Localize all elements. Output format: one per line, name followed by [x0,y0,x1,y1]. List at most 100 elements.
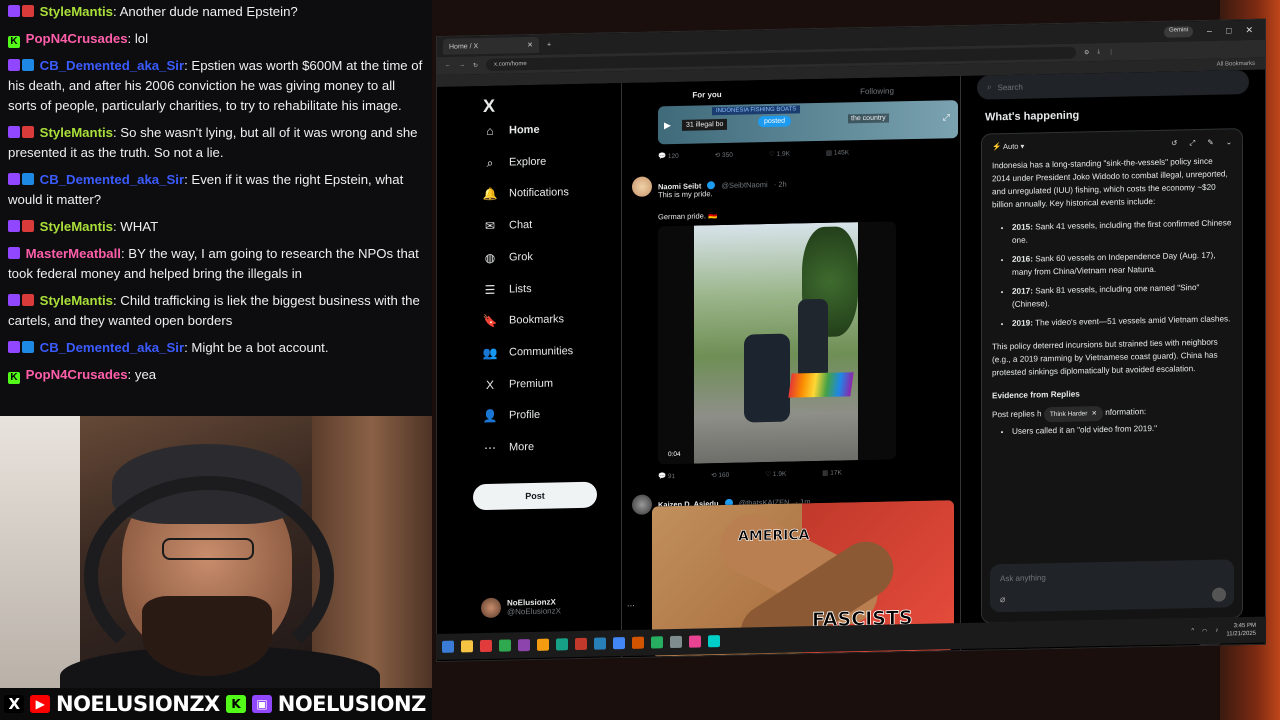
close-icon[interactable]: ✕ [1091,407,1096,420]
cam-door [0,416,80,688]
attach-icon[interactable]: ⌀ [1000,593,1005,606]
think-harder-button[interactable]: Think Harder ✕ [1043,406,1103,423]
nav-item-lists[interactable]: ☰ Lists [483,282,532,297]
search-input[interactable]: ⌕ Search [977,69,1249,100]
twitch-badge-icon [8,294,20,306]
app-icon[interactable] [651,636,663,649]
tweet2-time: · 2h [773,179,787,189]
close-window-button[interactable]: ✕ [1245,24,1253,35]
wifi-icon[interactable]: ◠ [1202,627,1207,634]
tweet1-actions: 💬 120 ⟲ 350 ♡ 1.9K ▥ 145K [658,148,849,160]
nav-item-premium[interactable]: X Premium [483,377,553,392]
like-count[interactable]: ♡ 1.9K [769,150,790,158]
repost-count[interactable]: ⟲ 160 [711,471,729,479]
app-icon[interactable] [594,637,606,650]
clock[interactable]: 3:45 PM 11/21/2025 [1226,622,1256,639]
close-tab-icon[interactable]: ✕ [527,41,533,49]
nav-item-grok[interactable]: ◍ Grok [483,250,533,265]
search-icon: ⌕ [486,155,494,170]
forward-icon[interactable]: → [459,62,465,68]
grok-mode-select[interactable]: ⚡ Auto ▾ [992,140,1024,154]
chat-message: MasterMeatball: BY the way, I am going t… [8,246,419,281]
volume-icon[interactable]: ♪ [1215,628,1218,634]
history-icon[interactable]: ↺ [1171,136,1177,149]
nav-item-chat[interactable]: ✉ Chat [483,218,532,233]
nav-label: Profile [509,408,541,422]
nav-item-more[interactable]: ⋯ More [483,440,534,455]
app-icon[interactable] [518,639,530,652]
app-icon[interactable] [708,635,720,648]
repost-value: 350 [722,151,733,160]
grok-list: 2015: Sank 41 vessels, including the fir… [1012,216,1232,330]
avatar[interactable] [632,176,652,197]
person-icon: 👤 [482,408,498,424]
send-icon[interactable] [1212,587,1226,602]
minimize-button[interactable]: – [1207,25,1212,36]
app-icon[interactable] [632,636,644,649]
repost-count[interactable]: ⟲ 350 [715,151,733,159]
view-count[interactable]: ▥ 145K [826,148,849,156]
chevron-down-icon[interactable]: ⌄ [1226,135,1232,148]
app-icon[interactable] [480,639,492,653]
x-logo-icon[interactable]: X [483,96,495,117]
bell-icon: 🔔 [482,186,498,202]
file-explorer-icon[interactable] [461,640,473,653]
nav-label: More [509,440,535,454]
nav-item-bookmarks[interactable]: 🔖 Bookmarks [483,312,565,328]
new-chat-icon[interactable]: ✎ [1207,136,1213,149]
nav-item-communities[interactable]: 👥 Communities [483,344,574,360]
reply-count[interactable]: 💬 91 [658,472,675,480]
app-icon[interactable] [670,635,682,649]
reply-count[interactable]: 💬 120 [658,152,679,160]
start-icon[interactable] [442,640,454,653]
back-icon[interactable]: ← [445,63,451,69]
menu-icon[interactable]: ⋮ [1108,48,1114,55]
download-icon[interactable]: ⤓ [1097,49,1100,56]
gemini-button[interactable]: Gemini [1163,25,1193,38]
chat-username[interactable]: StyleMantis [40,4,113,19]
app-icon[interactable] [537,638,549,651]
expand-icon[interactable]: ⤢ [1189,136,1195,149]
chat-username[interactable]: StyleMantis [40,125,113,140]
chrome-icon[interactable] [613,637,625,650]
chevron-up-icon[interactable]: ^ [1191,628,1194,634]
chat-username[interactable]: MasterMeatball [26,246,121,261]
tab-home-x[interactable]: Home / X ✕ [443,36,539,55]
nav-item-profile[interactable]: 👤 Profile [482,408,541,424]
app-icon[interactable] [499,639,511,652]
app-icon[interactable] [575,637,587,651]
nav-item-home[interactable]: ⌂ Home [483,123,539,138]
chat-username[interactable]: CB_Demented_aka_Sir [40,172,184,187]
view-count[interactable]: ▥ 17K [822,468,842,476]
like-count[interactable]: ♡ 1.9K [765,470,786,478]
chat-username[interactable]: CB_Demented_aka_Sir [40,340,184,355]
nav-item-explore[interactable]: ⌕ Explore [483,155,547,170]
grok-mode-label: Auto [1003,141,1019,152]
app-icon[interactable] [689,635,701,648]
nav-item-notifications[interactable]: 🔔 Notifications [483,185,569,201]
maximize-button[interactable]: □ [1226,25,1231,36]
new-tab-button[interactable]: + [547,41,551,48]
tweet2-text-1: This is my pride. [658,189,713,200]
post-button[interactable]: Post [473,481,597,511]
reload-icon[interactable]: ↻ [473,62,478,69]
fullscreen-icon[interactable]: ⤢ [943,112,950,123]
app-icon[interactable] [556,638,568,651]
video-tag: INDONESIA FISHING BOATS [712,105,801,116]
chat-username[interactable]: StyleMantis [40,293,113,308]
chat-username[interactable]: PopN4Crusades [26,31,128,46]
account-switcher[interactable]: NoElusionzX @NoElusionzX ··· [481,595,635,619]
extensions-icon[interactable]: ⚙ [1084,49,1089,56]
grok-paragraph-end: nformation: [1105,407,1147,417]
tweet2-handle[interactable]: @SeibtNaomi [721,180,767,190]
posted-pill[interactable]: posted [758,115,792,128]
tweet2-video[interactable]: 0:04 [658,221,896,465]
chat-username[interactable]: PopN4Crusades [26,367,128,382]
play-icon[interactable]: ▶ [664,120,671,131]
chat-username[interactable]: CB_Demented_aka_Sir [40,58,184,73]
tweet1-video[interactable]: INDONESIA FISHING BOATS 31 illegal bo po… [658,100,958,145]
all-bookmarks[interactable]: All Bookmarks [1217,61,1255,68]
ask-grok-input[interactable]: Ask anything ⌀ [990,559,1234,613]
chat-username[interactable]: StyleMantis [40,219,113,234]
avatar[interactable] [632,494,652,515]
